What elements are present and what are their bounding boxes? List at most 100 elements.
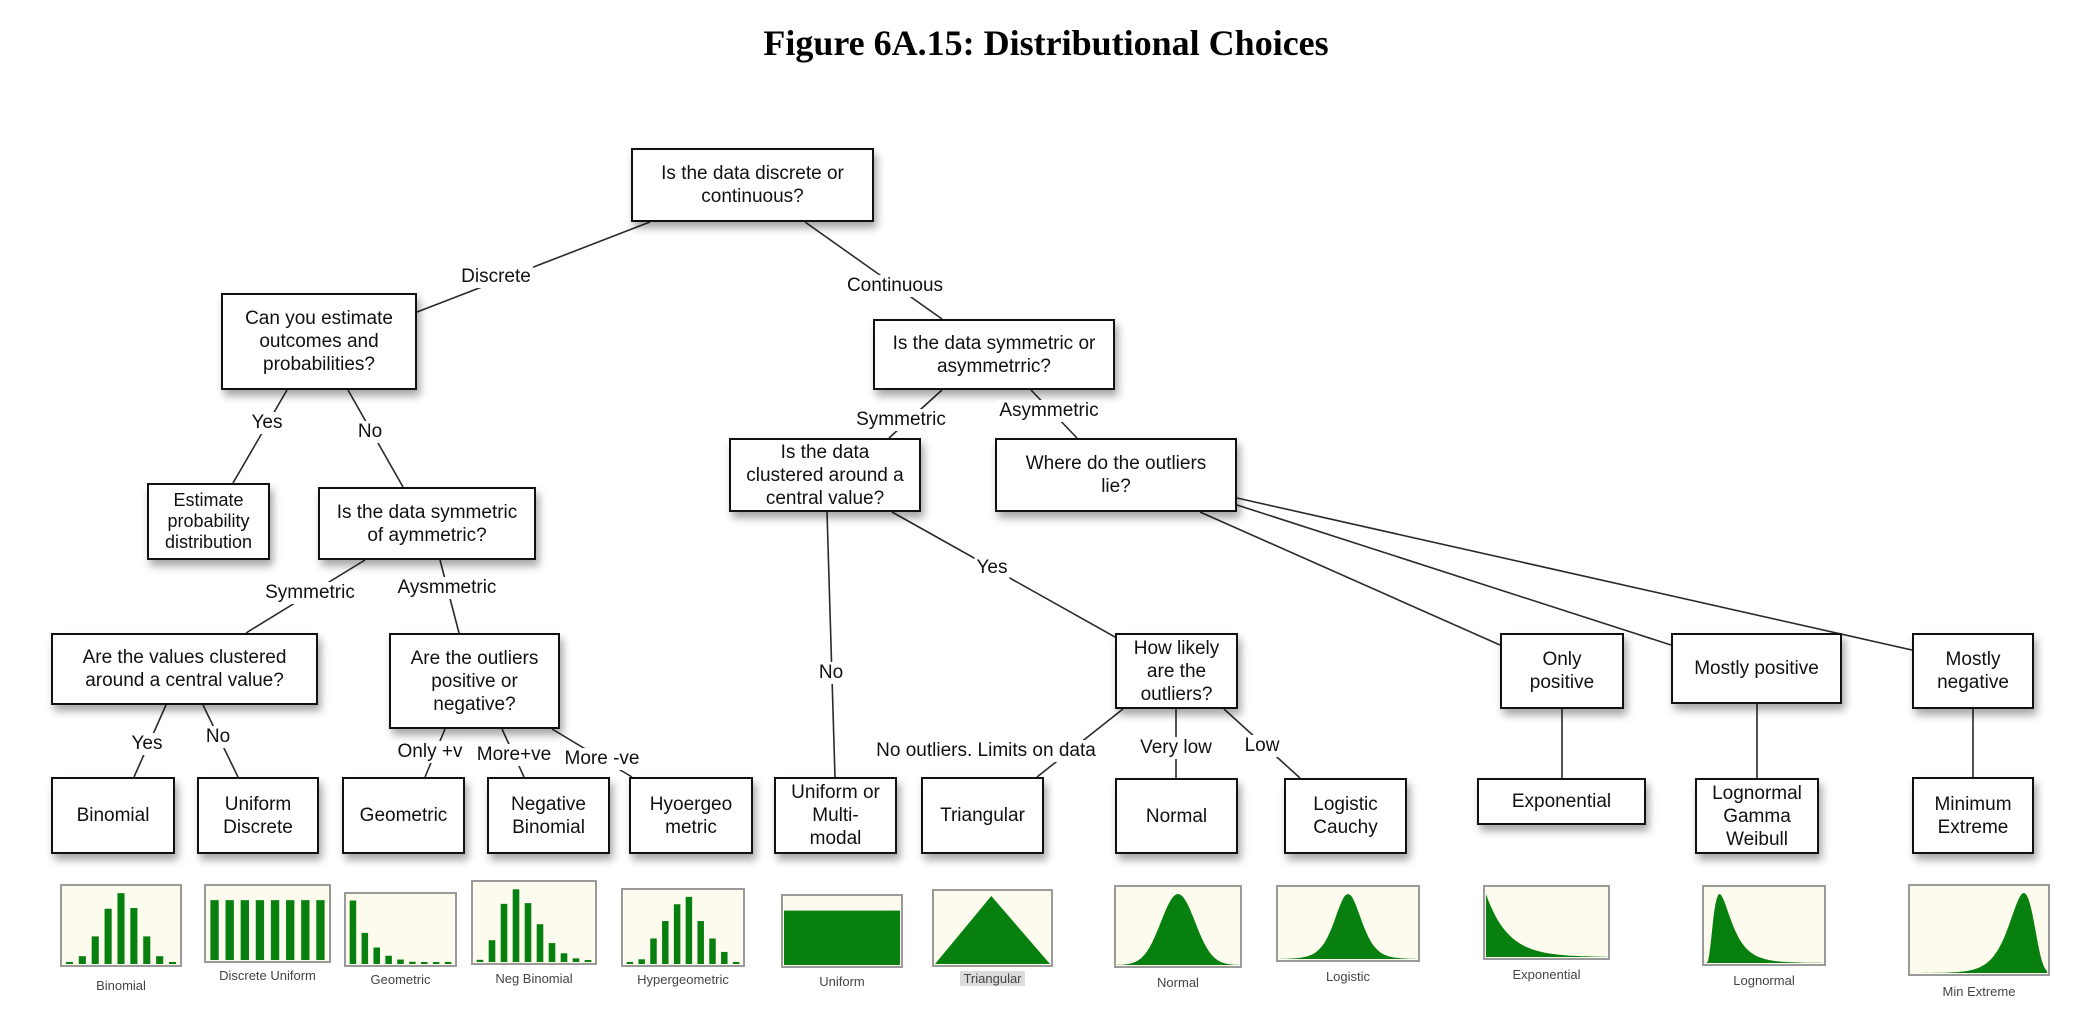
thumbnail-label: Hypergeometric [637,972,729,987]
thumbnail-chart [204,884,331,963]
node-geometric: Geometric [342,777,465,854]
thumbnail-label: Min Extreme [1942,984,2016,999]
thumbnail-frame [204,884,331,963]
node-uniform-or-multimodal: Uniform or Multi- modal [774,777,897,854]
node-estimate-outcomes-question: Can you estimate outcomes and probabilit… [221,293,417,390]
thumbnail-binomial: Binomial [60,884,182,993]
distribution-area [784,910,900,965]
thumbnail-uniform: Uniform [781,894,903,989]
distribution-bar [397,959,404,964]
node-estimate-probability-distribution: Estimate probability distribution [147,483,270,560]
node-normal: Normal [1115,778,1238,854]
distribution-bar [91,936,99,964]
thumbnail-chart [60,884,182,967]
node-negative-binomial: Negative Binomial [487,777,610,854]
thumbnail-label: Normal [1157,975,1199,990]
distribution-bar [673,904,681,964]
node-outliers-likely-question: How likely are the outliers? [1115,633,1238,709]
thumbnail-chart [621,888,745,967]
thumbnail-label-text: Triangular [960,971,1025,986]
thumbnail-label: Lognormal [1733,973,1795,988]
edge-estimate_q-to-estimate_prob [232,389,288,484]
edge-label-no: No [816,662,846,684]
distribution-bar [685,896,693,964]
edge-label-no: No [355,421,385,443]
node-discrete-outliers-question: Are the outliers positive or negative? [389,633,560,729]
thumbnail-min-extreme: Min Extreme [1908,884,2050,999]
distribution-bar [78,956,86,964]
distribution-bar [240,900,249,960]
distribution-bar [373,947,380,964]
distribution-bar [169,962,177,964]
edge-cont_cluster_q-to-uniform_multimodal [826,511,836,778]
edge-label-yes: Yes [249,412,285,434]
distribution-bar [500,903,508,962]
node-mostly-positive: Mostly positive [1671,633,1842,704]
edge-layer [133,221,1974,779]
node-mostly-negative: Mostly negative [1912,633,2034,709]
distribution-bar [638,959,645,964]
distribution-bar [225,900,234,960]
node-minimum-extreme: Minimum Extreme [1912,777,2034,854]
node-lognormal-gamma-weibull: Lognormal Gamma Weibull [1695,778,1819,854]
node-continuous-symmetric-question: Is the data symmetric or asymmetrric? [873,319,1115,390]
node-discrete-clustered-question: Are the values clustered around a centra… [51,633,318,705]
distribution-bar [732,962,740,964]
edge-label-only-positive: Only +v [395,741,465,763]
distribution-bar [117,893,125,964]
edge-label-yes: Yes [129,733,165,755]
distribution-bar [361,932,369,964]
distribution-bar [650,938,657,964]
thumbnail-label: Exponential [1512,967,1581,982]
distribution-bar [584,960,592,962]
edge-label-more-negative: More -ve [562,748,642,770]
distribution-bar [572,958,580,962]
edge-label-asymmetric: Asymmetric [997,400,1101,422]
thumbnail-geometric: Geometric [344,892,457,987]
thumbnail-label: Discrete Uniform [219,968,316,983]
edge-label-very-low: Very low [1138,737,1214,759]
distribution-bar [512,889,520,962]
edge-label-asymmetric: Aysmmetric [395,577,499,599]
edge-outliers_lie_q-to-only_positive [1199,511,1501,646]
thumbnail-chart [1276,885,1420,962]
thumbnail-chart [471,880,597,965]
thumbnail-neg-binomial: Neg Binomial [471,880,597,986]
distribution-bar [524,903,532,962]
distribution-bar [548,943,556,962]
distribution-bar [130,908,138,964]
node-logistic-cauchy: Logistic Cauchy [1284,778,1407,854]
node-continuous-clustered-question: Is the data clustered around a central v… [729,438,921,512]
edge-root-to-cont_sym_q [804,221,943,320]
edge-label-low: Low [1242,735,1282,757]
thumbnail-normal: Normal [1114,885,1242,990]
distribution-bar [709,938,716,964]
thumbnail-label: Logistic [1325,969,1371,984]
distribution-bar [143,936,151,964]
distribution-bar [662,921,669,964]
thumbnail-logistic: Logistic [1276,885,1420,984]
distribution-bar [65,962,73,964]
edge-label-no: No [203,726,233,748]
distribution-bar [301,900,310,960]
node-outliers-lie-question: Where do the outliers lie? [995,438,1237,512]
thumbnail-label: Neg Binomial [495,971,573,986]
thumbnail-triangular: Triangular [932,889,1053,986]
edge-label-continuous: Continuous [844,275,946,297]
thumbnail-chart [1114,885,1242,968]
distribution-bar [444,962,452,964]
distribution-bar [104,908,112,964]
distribution-bar [626,962,634,964]
node-triangular: Triangular [921,777,1044,854]
edge-label-no-outliers: No outliers. Limits on data [874,740,1098,762]
distribution-bar [536,924,544,962]
thumbnail-chart [932,889,1053,967]
thumbnail-chart [1483,885,1610,960]
distribution-bar [476,959,484,962]
distribution-bar [286,900,295,960]
distribution-bar [697,921,704,964]
distribution-bar [210,900,219,960]
node-only-positive: Only positive [1500,633,1624,709]
distribution-bar [432,962,440,964]
edge-label-discrete: Discrete [459,266,533,288]
